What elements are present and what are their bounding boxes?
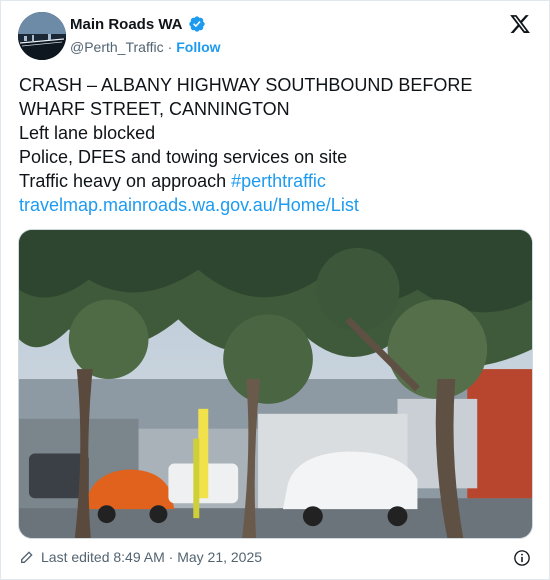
tweet-line-text: Traffic heavy on approach [19,171,232,191]
display-name[interactable]: Main Roads WA [70,16,183,33]
tweet-line: WHARF STREET, CANNINGTON [19,99,290,119]
handle[interactable]: @Perth_Traffic [70,39,164,55]
follow-button[interactable]: Follow [176,39,220,55]
travelmap-link[interactable]: travelmap.mainroads.wa.gov.au/Home/List [19,193,534,217]
traffic-photo [19,230,532,538]
tweet-line: Police, DFES and towing services on site [19,147,348,167]
avatar-image [18,12,66,60]
x-logo-icon[interactable] [509,13,531,35]
tweet-line-last: Traffic heavy on approach #perthtraffic [19,169,534,193]
tweet-line: Left lane blocked [19,123,156,143]
tweet-card: Main Roads WA @Perth_Traffic · Follow CR… [0,0,550,580]
avatar[interactable] [18,12,66,60]
verified-badge-icon [188,16,205,32]
pencil-icon [21,551,33,563]
tweet-text: CRASH – ALBANY HIGHWAY SOUTHBOUND BEFORE… [19,73,534,217]
edit-history[interactable]: Last edited 8:49 AM · May 21, 2025 [19,549,262,565]
edited-timestamp: Last edited 8:49 AM · May 21, 2025 [41,549,263,565]
separator-dot: · [167,39,173,55]
author-name-row: Main Roads WA [70,15,206,33]
handle-row: @Perth_Traffic · Follow [70,39,221,55]
tweet-line: CRASH – ALBANY HIGHWAY SOUTHBOUND BEFORE [19,75,473,95]
info-icon[interactable] [513,549,531,567]
hashtag-link[interactable]: #perthtraffic [231,171,326,191]
tweet-photo[interactable] [18,229,533,539]
